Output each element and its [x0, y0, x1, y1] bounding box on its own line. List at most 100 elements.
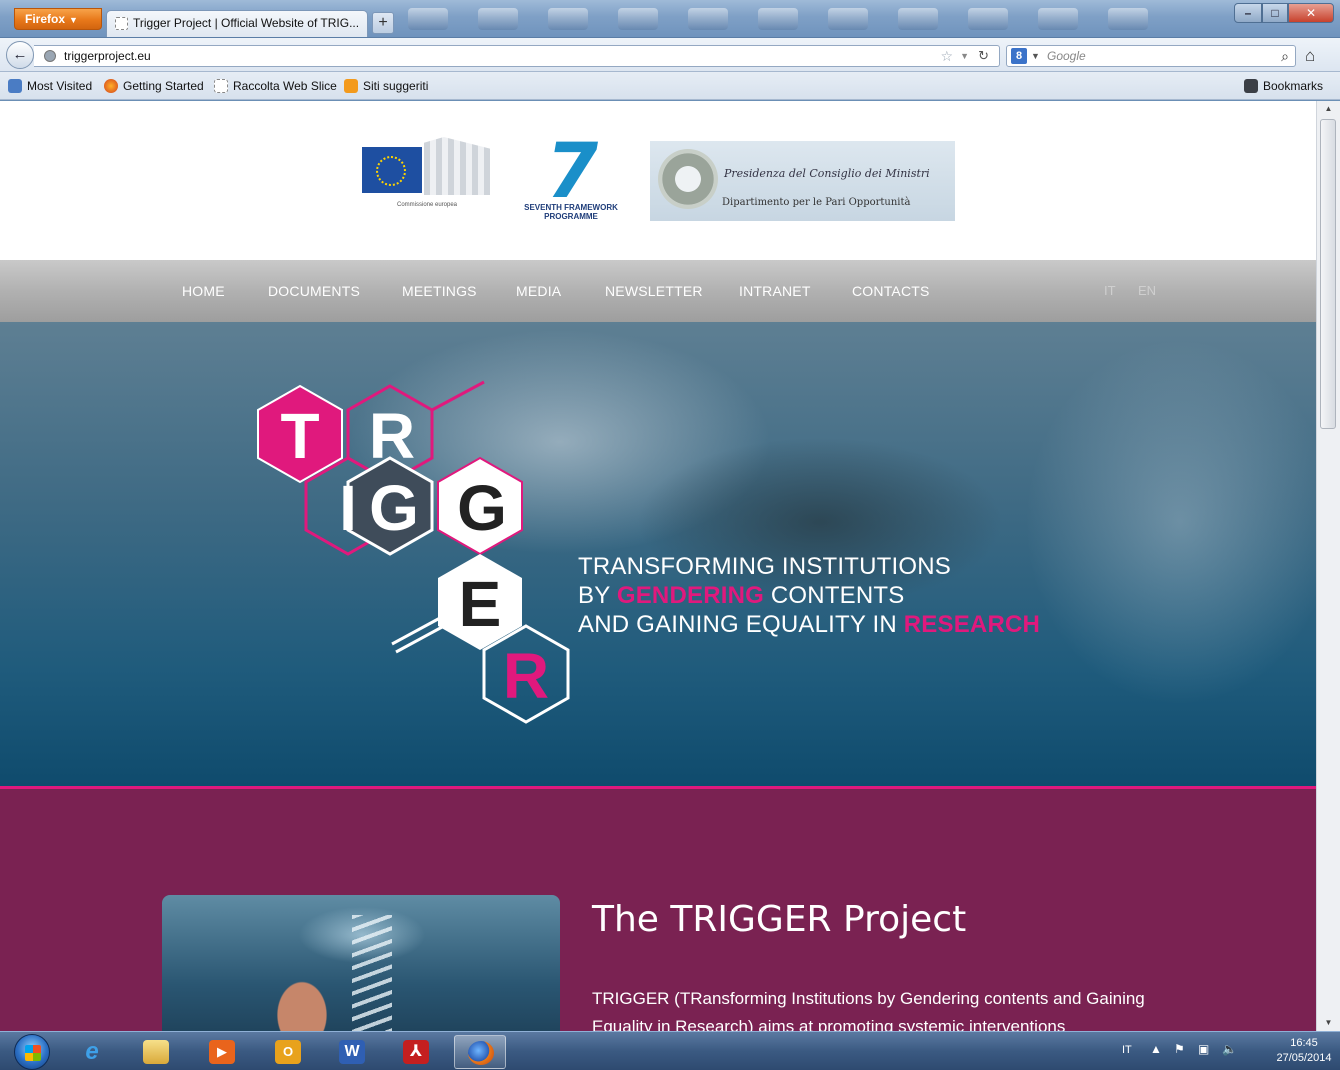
- word-icon: W: [339, 1040, 365, 1064]
- menu-media[interactable]: MEDIA: [516, 283, 561, 299]
- scroll-down-icon[interactable]: ▼: [1317, 1015, 1340, 1031]
- suggested-sites-icon: [344, 79, 358, 93]
- bookmark-getting-started[interactable]: Getting Started: [104, 79, 204, 93]
- url-text: triggerproject.eu: [64, 49, 151, 63]
- web-slice-icon: [214, 79, 228, 93]
- start-button[interactable]: [14, 1034, 50, 1070]
- european-commission-logo[interactable]: Commissione europea: [362, 137, 492, 227]
- tab-title: Trigger Project | Official Website of TR…: [133, 16, 360, 30]
- bookmark-label: Getting Started: [123, 79, 204, 93]
- logo-letter-i: I: [339, 472, 357, 544]
- menu-home[interactable]: HOME: [182, 283, 225, 299]
- acrobat-icon: ⅄: [403, 1040, 429, 1064]
- taskbar-word[interactable]: W: [326, 1035, 378, 1069]
- bookmarks-menu-label: Bookmarks: [1263, 79, 1324, 93]
- tagline-by: BY: [578, 582, 617, 609]
- clock[interactable]: 16:45 27/05/2014: [1272, 1036, 1336, 1066]
- bookmarks-toolbar: Most Visited Getting Started Raccolta We…: [0, 72, 1340, 100]
- most-visited-icon: [8, 79, 22, 93]
- new-tab-button[interactable]: +: [372, 12, 394, 34]
- taskbar-file-explorer[interactable]: [130, 1035, 182, 1069]
- firefox-menu-button[interactable]: Firefox ▼: [14, 8, 102, 30]
- maximize-button[interactable]: □: [1262, 3, 1288, 23]
- logo-letter-e: E: [459, 568, 502, 640]
- main-menu: HOME DOCUMENTS MEETINGS MEDIA NEWSLETTER…: [0, 260, 1316, 322]
- media-player-icon: ▶: [209, 1040, 235, 1064]
- bookmarks-icon: [1244, 79, 1258, 93]
- site-identity-icon[interactable]: [44, 50, 56, 62]
- input-language-indicator[interactable]: IT: [1122, 1044, 1132, 1056]
- menu-meetings[interactable]: MEETINGS: [402, 283, 477, 299]
- eu-building-graphic: [424, 137, 490, 195]
- file-explorer-icon: [143, 1040, 169, 1064]
- menu-newsletter[interactable]: NEWSLETTER: [605, 283, 703, 299]
- back-button[interactable]: ←: [6, 41, 34, 69]
- page-scrollbar[interactable]: ▲ ▼: [1316, 101, 1340, 1031]
- language-it[interactable]: IT: [1104, 283, 1116, 298]
- tagline-line2: BY GENDERING CONTENTS: [578, 581, 1040, 610]
- scrollbar-thumb[interactable]: [1320, 119, 1336, 429]
- tagline-line1: TRANSFORMING INSTITUTIONS: [578, 553, 951, 580]
- partner-logos: Commissione europea 7 SEVENTH FRAMEWORK …: [0, 126, 1316, 227]
- search-icon[interactable]: ⌕: [1281, 46, 1289, 66]
- firefox-menu-label: Firefox: [25, 12, 66, 26]
- taskbar-acrobat[interactable]: ⅄: [390, 1035, 442, 1069]
- minimize-button[interactable]: –: [1234, 3, 1262, 23]
- volume-icon[interactable]: 🔈: [1222, 1042, 1237, 1056]
- menu-contacts[interactable]: CONTACTS: [852, 283, 930, 299]
- dna-helix-graphic: [352, 915, 392, 1031]
- internet-explorer-icon: e: [85, 1038, 99, 1065]
- bookmark-label: Raccolta Web Slice: [233, 79, 337, 93]
- about-text: TRIGGER (TRansforming Institutions by Ge…: [592, 989, 1145, 1031]
- search-placeholder: Google: [1047, 49, 1086, 63]
- url-history-dropdown-icon[interactable]: ▼: [960, 46, 969, 66]
- outlook-icon: O: [275, 1040, 301, 1064]
- clock-time: 16:45: [1290, 1037, 1318, 1049]
- network-icon[interactable]: ▣: [1198, 1042, 1209, 1056]
- logo-letter-g1: G: [369, 472, 419, 544]
- menu-intranet[interactable]: INTRANET: [739, 283, 811, 299]
- fp7-seven-icon: 7: [538, 126, 607, 215]
- hero-banner: T R I G G E R TRANSFORMING INSTITUTIONS …: [0, 322, 1316, 786]
- tagline-and-gaining: AND GAINING EQUALITY IN: [578, 611, 904, 638]
- show-hidden-icons-icon[interactable]: ▲: [1150, 1042, 1162, 1056]
- home-icon[interactable]: ⌂: [1305, 46, 1315, 66]
- logo-letter-r2: R: [503, 640, 549, 712]
- bookmark-web-slice[interactable]: Raccolta Web Slice: [214, 79, 337, 93]
- menu-documents[interactable]: DOCUMENTS: [268, 283, 360, 299]
- reload-icon[interactable]: ↻: [978, 46, 989, 66]
- bookmarks-menu-button[interactable]: Bookmarks: [1244, 79, 1323, 93]
- taskbar-firefox[interactable]: [454, 1035, 506, 1069]
- search-engine-icon[interactable]: 8: [1011, 48, 1027, 64]
- bookmark-star-icon[interactable]: ☆: [940, 46, 953, 66]
- system-tray: IT ▲ ⚑ ▣ 🔈 16:45 27/05/2014: [1100, 1032, 1340, 1070]
- bookmark-label: Most Visited: [27, 79, 93, 93]
- navigation-toolbar: ← triggerproject.eu ☆ ▼ ↻ 8 ▼ Google ⌕ ⌂: [0, 38, 1340, 72]
- logo-letter-t: T: [280, 400, 319, 472]
- language-en[interactable]: EN: [1138, 283, 1156, 298]
- bookmark-suggested-sites[interactable]: Siti suggeriti: [344, 79, 428, 93]
- taskbar-internet-explorer[interactable]: e: [66, 1035, 118, 1069]
- browser-tab[interactable]: Trigger Project | Official Website of TR…: [106, 10, 368, 37]
- search-engine-dropdown-icon[interactable]: ▼: [1031, 46, 1040, 66]
- hero-tagline: TRANSFORMING INSTITUTIONS BY GENDERING C…: [578, 552, 1040, 639]
- pari-opportunita-logo[interactable]: Presidenza del Consiglio dei Ministri Di…: [650, 141, 955, 221]
- chevron-down-icon: ▼: [69, 15, 78, 25]
- fp7-logo-caption: SEVENTH FRAMEWORK PROGRAMME: [524, 203, 618, 221]
- scroll-up-icon[interactable]: ▲: [1317, 101, 1340, 117]
- firefox-icon: [104, 79, 118, 93]
- search-bar[interactable]: 8 ▼ Google ⌕: [1006, 45, 1296, 67]
- windows-logo-icon: [25, 1045, 41, 1061]
- clock-date: 27/05/2014: [1276, 1052, 1332, 1064]
- address-bar[interactable]: triggerproject.eu ☆ ▼ ↻: [34, 45, 1000, 67]
- tagline-research: RESEARCH: [903, 611, 1041, 638]
- taskbar-outlook[interactable]: O: [262, 1035, 314, 1069]
- scientist-photo: [162, 895, 560, 1031]
- action-center-flag-icon[interactable]: ⚑: [1174, 1042, 1185, 1056]
- bookmark-most-visited[interactable]: Most Visited: [8, 79, 92, 93]
- close-window-button[interactable]: ✕: [1288, 3, 1334, 23]
- eu-flag-icon: [362, 147, 422, 193]
- fp7-logo[interactable]: 7 SEVENTH FRAMEWORK PROGRAMME: [516, 126, 626, 223]
- taskbar-media-player[interactable]: ▶: [196, 1035, 248, 1069]
- windows-taskbar: e ▶ O W ⅄ IT ▲ ⚑ ▣ 🔈 16:45 27/05/2014: [0, 1031, 1340, 1070]
